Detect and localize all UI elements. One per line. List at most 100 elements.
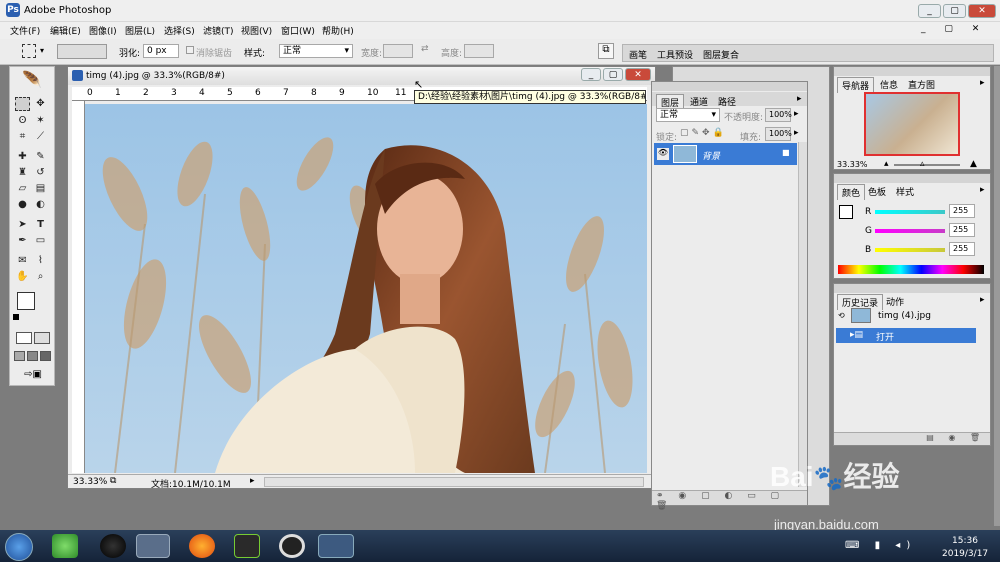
panel-menu-arrow-icon[interactable]: ▸ — [980, 78, 985, 88]
zoom-slider-thumb[interactable]: ▵ — [920, 159, 925, 169]
color-fg-swatch[interactable] — [839, 205, 853, 219]
type-icon[interactable]: T — [33, 218, 48, 232]
notes-icon[interactable]: ✉ — [15, 254, 30, 268]
standard-mode-icon[interactable] — [16, 332, 32, 344]
gradient-icon[interactable]: ▤ — [33, 182, 48, 196]
path-select-icon[interactable]: ➤ — [15, 218, 30, 232]
status-menu-arrow-icon[interactable]: ▸ — [250, 476, 255, 486]
tab-paths[interactable]: 路径 — [714, 94, 740, 109]
marquee-icon[interactable] — [15, 97, 30, 111]
menu-window[interactable]: 窗口(W) — [281, 24, 315, 37]
magic-wand-icon[interactable]: ✶ — [33, 114, 48, 128]
b-slider[interactable] — [875, 248, 945, 252]
layer-row-background[interactable]: 👁 背景 ■ — [654, 143, 797, 165]
navigator-preview[interactable] — [864, 92, 960, 156]
tab-brushes[interactable]: 画笔 — [629, 48, 647, 61]
lasso-icon[interactable]: ʘ — [15, 114, 30, 128]
lock-icons[interactable]: ▢✎✥🔒 — [680, 128, 727, 138]
menu-help[interactable]: 帮助(H) — [322, 24, 354, 37]
screen-mode-full-icon[interactable] — [40, 351, 51, 361]
file-explorer-icon[interactable] — [136, 534, 170, 558]
zoom-level[interactable]: 33.33% — [73, 477, 107, 487]
history-step-open[interactable]: ▸▤ 打开 — [836, 328, 976, 343]
layer-name[interactable]: 背景 — [702, 149, 720, 162]
status-options-icon[interactable]: ⧉ — [110, 476, 116, 486]
panel-menu-arrow-icon[interactable]: ▸ — [980, 185, 985, 195]
history-brush-icon[interactable]: ↺ — [33, 166, 48, 180]
zoom-slider[interactable] — [894, 164, 960, 166]
selection-mode-buttons[interactable] — [57, 44, 107, 59]
menu-view[interactable]: 视图(V) — [241, 24, 272, 37]
close-button[interactable]: ✕ — [968, 4, 996, 18]
zoom-icon[interactable]: ⌕ — [33, 270, 48, 284]
tab-histogram[interactable]: 直方图 — [904, 77, 939, 92]
blur-icon[interactable]: ● — [15, 198, 30, 212]
marquee-tool-icon[interactable] — [22, 44, 36, 58]
hand-icon[interactable]: ✋ — [15, 270, 30, 284]
quickmask-mode-icon[interactable] — [34, 332, 50, 344]
doc-maximize-button[interactable]: ▢ — [603, 68, 623, 81]
crop-icon[interactable]: ⌗ — [15, 130, 30, 144]
360-browser-icon[interactable] — [52, 534, 78, 558]
doc-minimize-button[interactable]: _ — [581, 68, 601, 81]
move-icon[interactable]: ✥ — [33, 97, 48, 111]
fill-arrow-icon[interactable]: ▸ — [794, 128, 799, 138]
opacity-input[interactable]: 100% — [765, 108, 792, 122]
file-browser-icon[interactable]: ⧉ — [598, 43, 614, 59]
menu-edit[interactable]: 编辑(E) — [50, 24, 81, 37]
horizontal-scrollbar[interactable] — [264, 477, 644, 487]
windows-start-icon[interactable] — [5, 533, 33, 561]
dodge-icon[interactable]: ◐ — [33, 198, 48, 212]
qq-icon[interactable] — [100, 534, 126, 558]
doc-close-button[interactable]: ✕ — [625, 68, 651, 81]
record-icon[interactable] — [279, 534, 305, 558]
color-spectrum-bar[interactable] — [838, 265, 984, 274]
screen-mode-menubar-icon[interactable] — [27, 351, 38, 361]
tab-info[interactable]: 信息 — [876, 77, 902, 92]
menu-image[interactable]: 图像(I) — [89, 24, 117, 37]
minimize-button[interactable]: _ — [918, 4, 941, 18]
panel-menu-arrow-icon[interactable]: ▸ — [980, 295, 985, 305]
tab-actions[interactable]: 动作 — [882, 294, 908, 309]
r-value[interactable]: 255 — [949, 204, 975, 218]
menu-filter[interactable]: 滤镜(T) — [203, 24, 234, 37]
antialias-checkbox[interactable] — [186, 46, 194, 54]
chevron-down-icon[interactable]: ▾ — [40, 46, 44, 55]
panel-menu-arrow-icon[interactable]: ▸ — [797, 94, 802, 104]
history-brush-source-icon[interactable]: ⟲ — [838, 311, 845, 320]
menu-file[interactable]: 文件(F) — [10, 24, 40, 37]
g-slider[interactable] — [875, 229, 945, 233]
tab-swatches[interactable]: 色板 — [864, 184, 890, 199]
clone-stamp-icon[interactable]: ♜ — [15, 166, 30, 180]
shape-icon[interactable]: ▭ — [33, 234, 48, 248]
blend-mode-select[interactable]: 正常 ▾ — [656, 108, 720, 122]
navigator-zoom[interactable]: 33.33% — [837, 160, 868, 169]
g-value[interactable]: 255 — [949, 223, 975, 237]
tab-navigator[interactable]: 导航器 — [837, 77, 875, 93]
width-input[interactable] — [383, 44, 413, 58]
brush-icon[interactable]: ✎ — [33, 150, 48, 164]
doc-window-controls[interactable]: _ ▢ ✕ — [921, 24, 993, 37]
screen-mode-standard-icon[interactable] — [14, 351, 25, 361]
feather-input[interactable]: 0 px — [143, 44, 179, 58]
tab-channels[interactable]: 通道 — [686, 94, 712, 109]
foreground-color-swatch[interactable] — [17, 292, 35, 310]
b-value[interactable]: 255 — [949, 242, 975, 256]
eraser-icon[interactable]: ▱ — [15, 182, 30, 196]
healing-brush-icon[interactable]: ✚ — [15, 150, 30, 164]
history-footer-buttons[interactable]: ▤ ◉ 🗑 — [834, 432, 990, 445]
eyedropper-icon[interactable]: ⌇ — [33, 254, 48, 268]
visibility-eye-icon[interactable]: 👁 — [657, 148, 669, 160]
style-select[interactable]: 正常 ▾ — [279, 44, 353, 58]
default-colors-icon[interactable] — [13, 314, 19, 320]
snapshot-name[interactable]: timg (4).jpg — [878, 311, 931, 321]
fill-input[interactable]: 100% — [765, 127, 792, 141]
zoom-out-icon[interactable]: ▴ — [884, 159, 889, 169]
zoom-in-icon[interactable]: ▲ — [970, 159, 977, 169]
tab-tool-presets[interactable]: 工具预设 — [657, 48, 693, 61]
firefox-icon[interactable] — [189, 534, 215, 558]
swap-icon[interactable]: ⇄ — [421, 44, 429, 54]
menu-layer[interactable]: 图层(L) — [125, 24, 155, 37]
r-slider[interactable] — [875, 210, 945, 214]
tab-layer-comps[interactable]: 图层复合 — [703, 48, 739, 61]
